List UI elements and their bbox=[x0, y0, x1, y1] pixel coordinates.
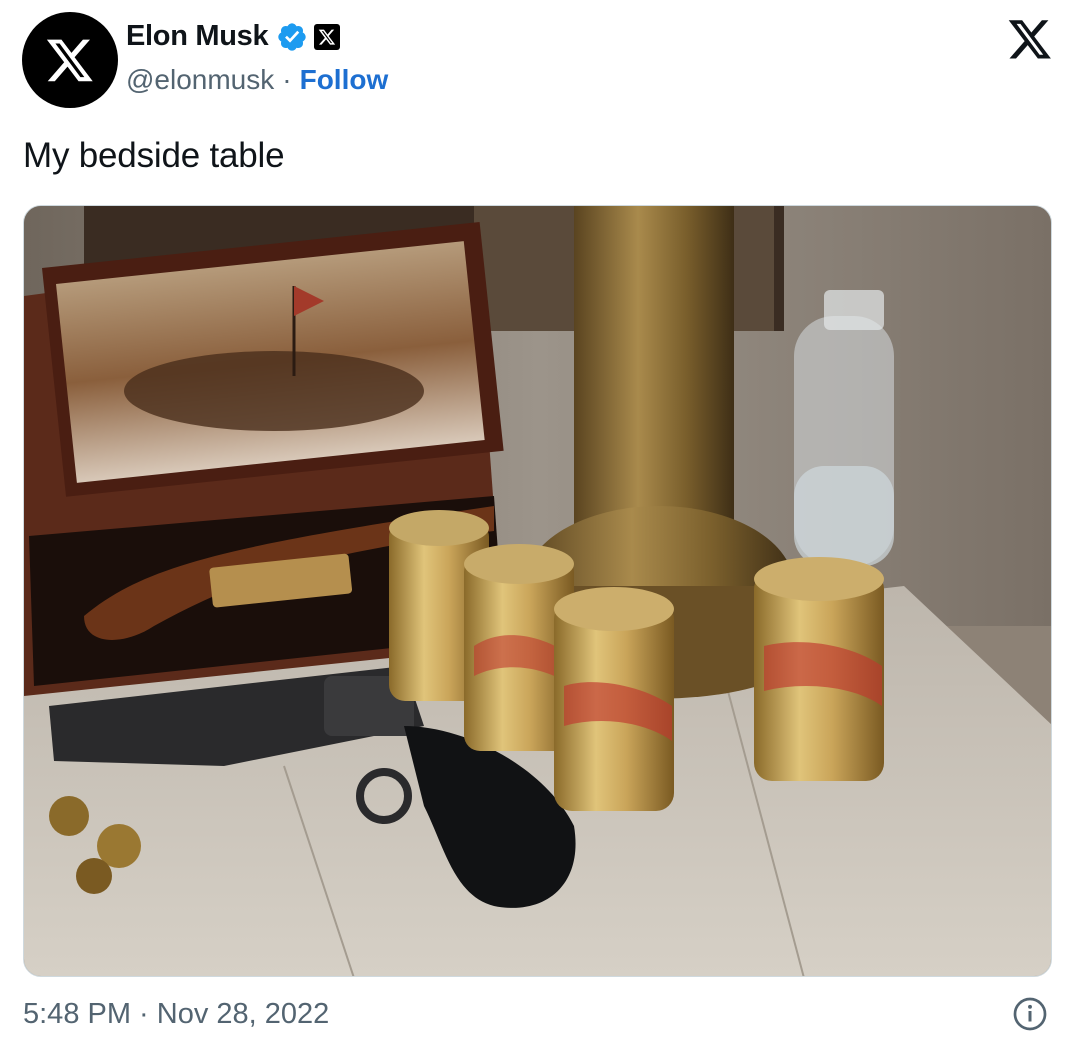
x-logo-icon bbox=[46, 39, 93, 82]
tweet-timestamp[interactable]: 5:48 PM · Nov 28, 2022 bbox=[23, 998, 329, 1031]
tweet-photo[interactable] bbox=[23, 205, 1052, 977]
verified-badge-icon bbox=[278, 22, 306, 51]
separator-dot: · bbox=[282, 64, 292, 95]
x-logo-icon[interactable] bbox=[1006, 16, 1054, 62]
author-handle[interactable]: @elonmusk bbox=[126, 64, 274, 96]
follow-button[interactable]: Follow bbox=[300, 64, 389, 96]
author-name[interactable]: Elon Musk bbox=[126, 20, 269, 53]
x-affiliation-icon bbox=[314, 23, 341, 50]
avatar[interactable] bbox=[22, 12, 118, 108]
author-handle-row: @elonmusk · Follow bbox=[126, 64, 388, 96]
info-icon[interactable] bbox=[1012, 996, 1048, 1032]
tweet-text: My bedside table bbox=[23, 136, 285, 175]
author-name-row: Elon Musk bbox=[126, 20, 341, 53]
photo-illustration bbox=[24, 206, 1051, 976]
